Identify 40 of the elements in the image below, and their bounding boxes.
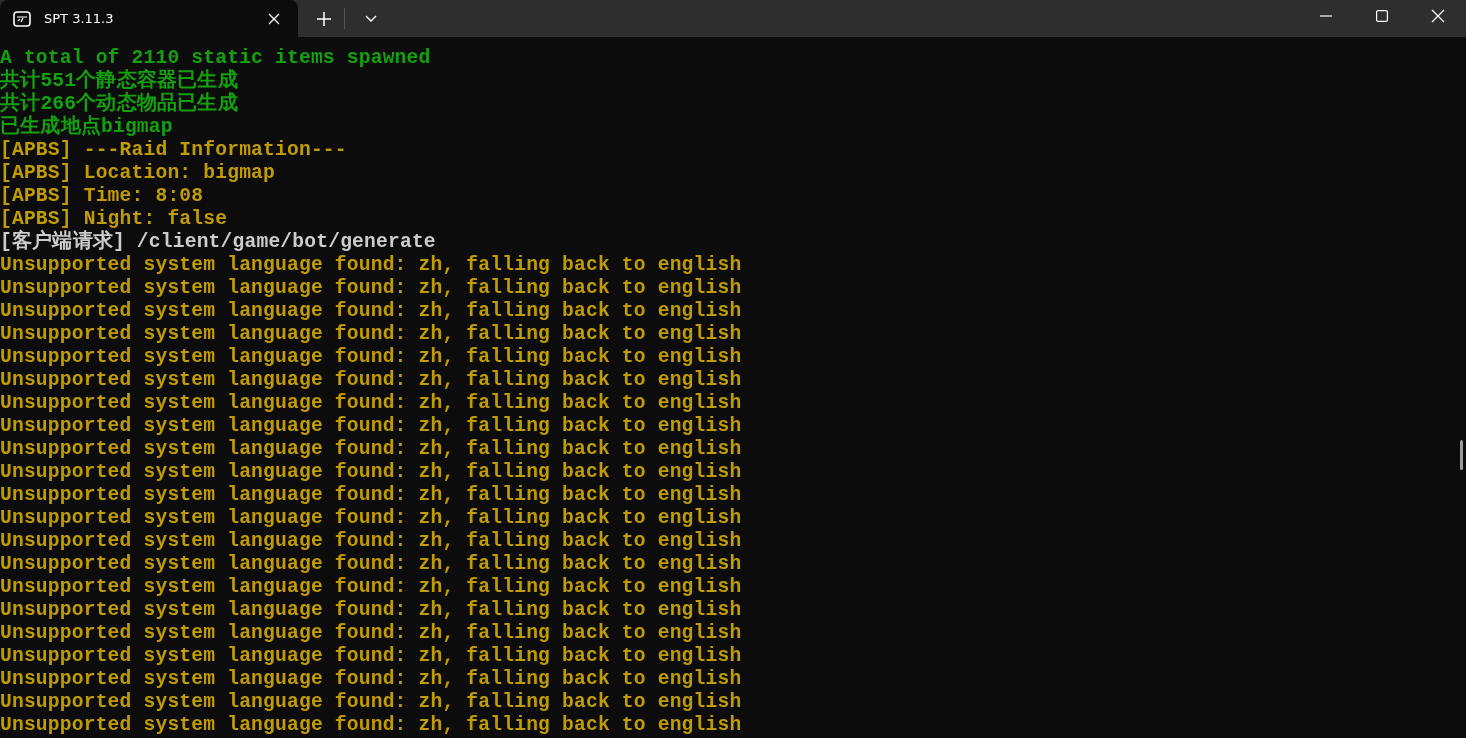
console-line: Unsupported system language found: zh, falling back to english [0, 369, 742, 392]
console-line: Unsupported system language found: zh, falling back to english [0, 714, 742, 737]
console-line: Unsupported system language found: zh, falling back to english [0, 277, 742, 300]
console-line: Unsupported system language found: zh, falling back to english [0, 484, 742, 507]
caret-icon [365, 14, 377, 23]
console-line: Unsupported system language found: zh, falling back to english [0, 530, 742, 553]
console-line: Unsupported system language found: zh, falling back to english [0, 691, 742, 714]
console-line: Unsupported system language found: zh, falling back to english [0, 254, 742, 277]
console-line: Unsupported system language found: zh, falling back to english [0, 553, 742, 576]
console-line: 共计266个动态物品已生成 [0, 93, 238, 115]
console-line: Unsupported system language found: zh, falling back to english [0, 392, 742, 415]
console-line: Unsupported system language found: zh, falling back to english [0, 668, 742, 691]
console-line: [APBS] Night: false [0, 208, 228, 230]
maximize-icon [1376, 9, 1388, 22]
console-line: Unsupported system language found: zh, falling back to english [0, 507, 742, 530]
console-line: [APBS] ---Raid Information--- [0, 139, 347, 162]
tab-title: SPT 3.11.3 [44, 11, 115, 26]
console-line: Unsupported system language found: zh, falling back to english [0, 599, 742, 622]
console-line: A total of 2110 static items spawned [0, 47, 431, 69]
console-line: Unsupported system language found: zh, falling back to english [0, 461, 742, 484]
console-line: [客户端请求] /client/game/bot/generate [0, 231, 436, 254]
terminal-icon [13, 10, 31, 27]
console-line: 已生成地点bigmap [0, 116, 173, 139]
console-line: Unsupported system language found: zh, falling back to english [0, 346, 742, 369]
console-line: [APBS] Time: 8:08 [0, 185, 204, 208]
plus-icon [317, 11, 331, 26]
console-line: Unsupported system language found: zh, falling back to english [0, 622, 742, 645]
console-line: Unsupported system language found: zh, falling back to english [0, 415, 742, 438]
console-line: Unsupported system language found: zh, falling back to english [0, 576, 742, 599]
console-line: 共计551个静态容器已生成 [0, 70, 238, 92]
console-line: Unsupported system language found: zh, falling back to english [0, 438, 742, 461]
console-line: Unsupported system language found: zh, falling back to english [0, 323, 742, 346]
console-line: [APBS] Location: bigmap [0, 162, 276, 185]
console-line: Unsupported system language found: zh, falling back to english [0, 300, 742, 323]
console-line: Unsupported system language found: zh, falling back to english [0, 645, 742, 668]
terminal-tab[interactable]: SPT 3.11.3 [0, 0, 298, 37]
close-tab-icon[interactable] [268, 12, 280, 25]
scrollbar-thumb[interactable] [1460, 440, 1463, 470]
close-icon [1431, 8, 1445, 23]
minimize-icon [1320, 14, 1332, 17]
